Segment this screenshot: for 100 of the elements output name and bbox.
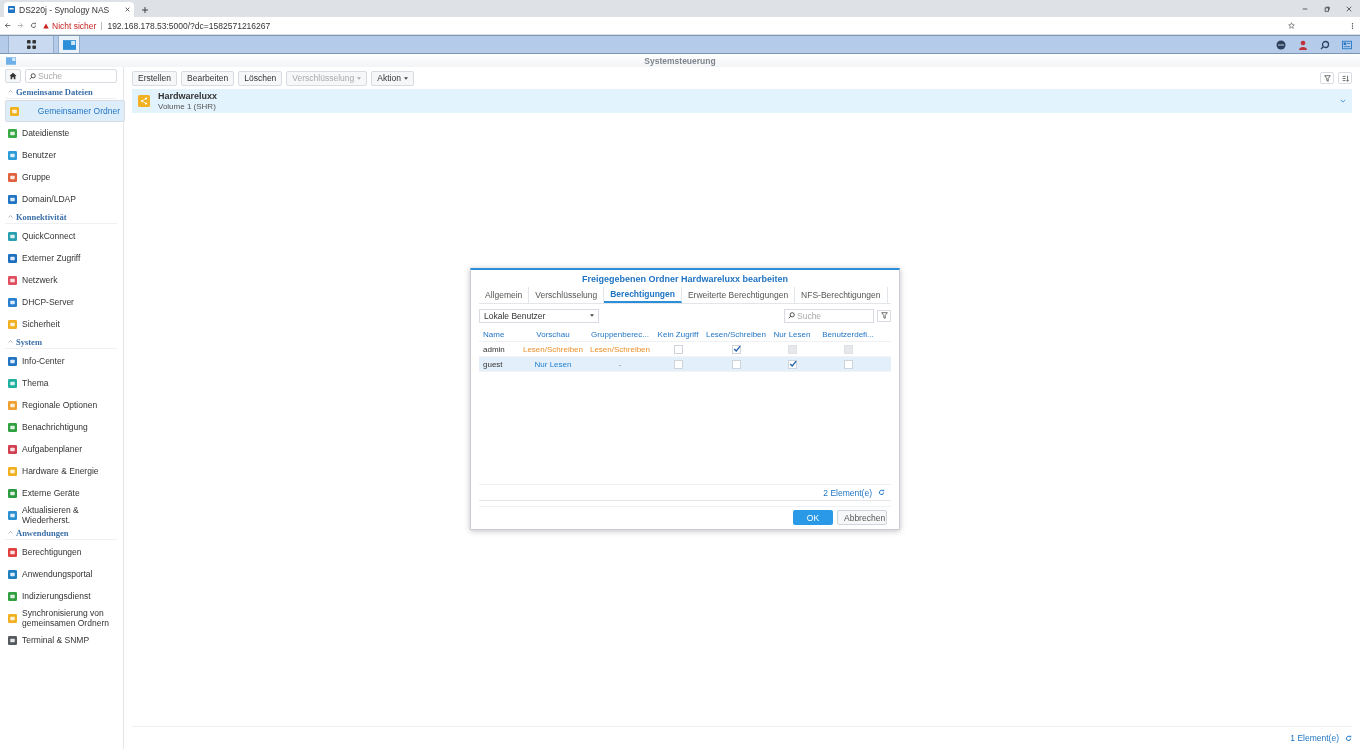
column-header[interactable]: Gruppenberec... (587, 329, 653, 339)
collapse-icon[interactable] (8, 530, 13, 535)
control-panel-taskbar-button[interactable] (58, 36, 80, 53)
filter-icon (1323, 74, 1331, 82)
caret-icon (590, 314, 594, 317)
menu-icon[interactable] (1351, 21, 1354, 30)
warning-icon (43, 22, 49, 29)
sort-icon (1341, 74, 1349, 82)
toolbar-button[interactable]: Aktion (371, 70, 414, 86)
expand-icon[interactable] (1340, 98, 1346, 104)
forward-icon[interactable] (17, 22, 24, 29)
address-bar[interactable]: Nicht sicher 192.168.178.53:5000/?dc=1582571216267 (43, 19, 1345, 32)
sidebar-item[interactable]: Externer Zugriff (5, 247, 117, 269)
column-header[interactable]: Benutzerdefi... (815, 329, 881, 339)
toolbar-button[interactable]: Bearbeiten (181, 70, 235, 86)
sidebar-item[interactable]: QuickConnect (5, 225, 117, 247)
section-title: System (16, 336, 42, 347)
toolbar-button[interactable]: Löschen (238, 70, 283, 86)
sidebar-item[interactable]: Info-Center (5, 350, 117, 372)
collapse-icon[interactable] (8, 89, 13, 94)
column-header[interactable]: Name (479, 329, 519, 339)
refresh-icon[interactable] (878, 489, 885, 496)
minimize-icon[interactable] (1302, 6, 1308, 12)
shared-folder-icon (138, 95, 150, 107)
check-icon (788, 359, 797, 368)
sidebar-item[interactable]: Aufgabenplaner (5, 438, 117, 460)
window-icon (6, 56, 16, 65)
tab[interactable]: Berechtigungen (604, 287, 682, 303)
sidebar-item[interactable]: Aktualisieren & Wiederherst. (5, 504, 117, 526)
sidebar-item[interactable]: Hardware & Energie (5, 460, 117, 482)
user-name: guest (482, 359, 504, 369)
refresh-icon[interactable] (1345, 734, 1352, 742)
sort-button[interactable] (1338, 72, 1352, 84)
star-icon[interactable] (1288, 22, 1295, 29)
window-icon (62, 39, 76, 50)
close-icon[interactable] (125, 7, 130, 12)
search-field[interactable]: Suche (25, 69, 117, 83)
column-header[interactable]: Vorschau (519, 329, 587, 339)
tab[interactable]: Erweiterte Berechtigungen (681, 287, 796, 303)
new-tab-icon[interactable] (142, 7, 148, 13)
browser-tab[interactable]: DS220j - Synology NAS (4, 2, 134, 17)
checkbox[interactable] (843, 359, 853, 369)
search-input[interactable]: Suche (797, 310, 873, 321)
shared-folder-row[interactable]: Hardwareluxx Volume 1 (SHR) (132, 89, 1352, 113)
cancel-button[interactable]: Abbrechen (837, 510, 887, 525)
tab[interactable]: Allgemein (479, 287, 530, 303)
group-permission: - (617, 359, 623, 369)
sidebar-item[interactable]: Indizierungsdienst (5, 585, 117, 607)
window-title: Systemsteuerung (644, 55, 716, 66)
sidebar-item[interactable]: Benutzer (5, 144, 117, 166)
column-header[interactable]: Nur Lesen (769, 329, 815, 339)
sidebar-item[interactable]: Berechtigungen (5, 541, 117, 563)
tab[interactable]: NFS-Berechtigungen (795, 287, 888, 303)
checkbox[interactable] (787, 359, 797, 369)
sidebar-item[interactable]: Synchronisierung von gemeinsamen Ordnern (5, 607, 117, 629)
sidebar-item[interactable]: Sicherheit (5, 313, 117, 335)
user-icon[interactable] (1298, 39, 1308, 50)
checkbox[interactable] (673, 359, 683, 369)
checkbox[interactable] (731, 344, 741, 354)
sidebar-item[interactable]: Dateidienste (5, 122, 117, 144)
column-header[interactable]: Lesen/Schreiben (703, 329, 769, 339)
sidebar-item[interactable]: Anwendungsportal (5, 563, 117, 585)
sidebar-item[interactable]: Gruppe (5, 166, 117, 188)
sidebar-item[interactable]: Regionale Optionen (5, 394, 117, 416)
search-field[interactable]: Suche (784, 308, 874, 323)
main-menu-button[interactable] (8, 36, 54, 53)
widgets-icon[interactable] (1342, 39, 1352, 50)
close-icon[interactable] (1346, 6, 1352, 12)
tab[interactable]: Verschlüsselung (529, 287, 605, 303)
filter-icon (880, 312, 888, 319)
sidebar-item[interactable]: Thema (5, 372, 117, 394)
dialog-title: Freigegebenen Ordner Hardwareluxx bearbeiten (580, 273, 790, 286)
group-permission: Lesen/Schreiben (588, 344, 651, 354)
search-input[interactable]: Suche (38, 71, 116, 81)
filter-button[interactable] (877, 309, 891, 322)
volume-label: Volume 1 (SHR) (158, 102, 217, 111)
sidebar-item[interactable]: Externe Geräte (5, 482, 117, 504)
collapse-icon[interactable] (8, 339, 13, 344)
column-header[interactable]: Kein Zugriff (653, 329, 703, 339)
back-icon[interactable] (4, 22, 11, 29)
checkbox[interactable] (731, 359, 741, 369)
collapse-icon[interactable] (8, 214, 13, 219)
reload-icon[interactable] (30, 22, 37, 29)
sidebar-item[interactable]: Domain/LDAP (5, 188, 117, 210)
sidebar-item[interactable]: Terminal & SNMP (5, 629, 117, 651)
sidebar-item[interactable]: Netzwerk (5, 269, 117, 291)
user-name: admin (482, 344, 506, 354)
checkbox[interactable] (673, 344, 683, 354)
sidebar-item[interactable]: Gemeinsamer Ordner (5, 100, 125, 122)
toolbar-button[interactable]: Erstellen (132, 70, 178, 86)
folder-name: Hardwareluxx (158, 91, 218, 101)
item-count: 2 Element(e) (823, 487, 872, 498)
sidebar-item[interactable]: Benachrichtigung (5, 416, 117, 438)
restore-icon[interactable] (1324, 6, 1330, 12)
sidebar-item[interactable]: DHCP-Server (5, 291, 117, 313)
filter-button[interactable] (1320, 72, 1334, 84)
user-type-dropdown[interactable]: Lokale Benutzer (479, 308, 599, 323)
section-title: Anwendungen (16, 527, 69, 538)
table-row[interactable]: guest Nur Lesen - (479, 357, 891, 372)
home-button[interactable] (5, 69, 21, 83)
